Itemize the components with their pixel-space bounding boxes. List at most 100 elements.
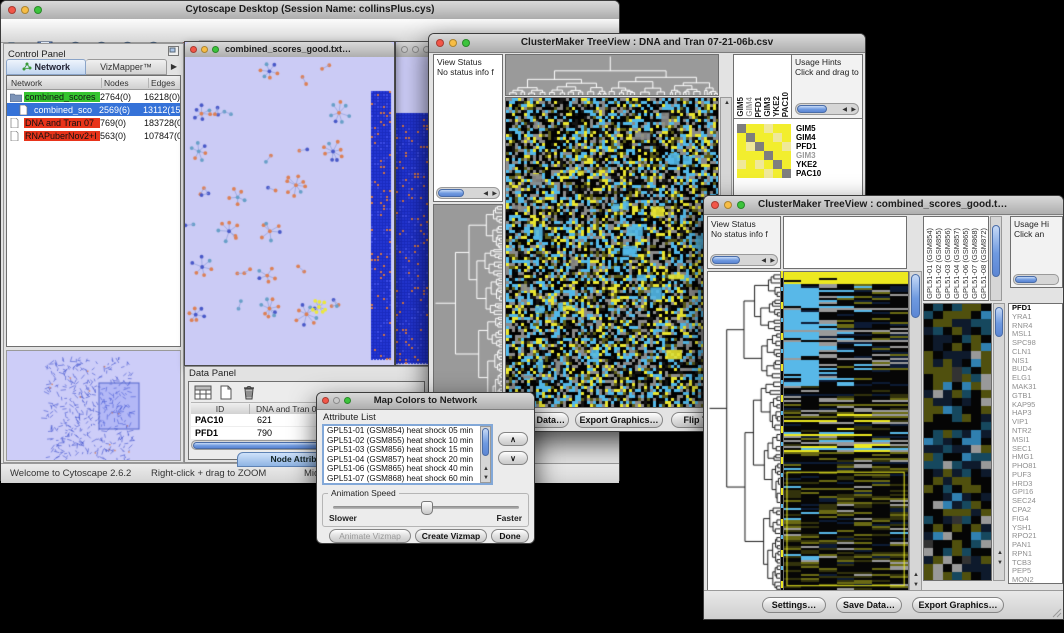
scroll-left-icon[interactable]: ◀ <box>761 258 766 264</box>
main-titlebar[interactable]: Cytoscape Desktop (Session Name: collins… <box>1 1 619 20</box>
scroll-left-icon[interactable]: ◀ <box>842 107 847 113</box>
col-edges[interactable]: Edges <box>149 78 180 88</box>
animation-speed-slider[interactable] <box>333 506 519 509</box>
close-button[interactable] <box>8 6 16 14</box>
scroll-right-icon[interactable]: ▶ <box>492 191 497 197</box>
close-button[interactable] <box>401 46 408 53</box>
zoom-button[interactable] <box>34 6 42 14</box>
attribute-item[interactable]: GPL51-02 (GSM855) heat shock 10 min <box>324 436 480 446</box>
data-col-id[interactable]: ID <box>191 404 250 414</box>
network-row[interactable]: RNAPuberNov2+I563(0)107847(0) <box>7 129 180 142</box>
window-controls <box>8 6 42 14</box>
attribute-list-scrollbar[interactable]: ▲ ▼ <box>480 426 491 483</box>
minimize-button[interactable] <box>724 201 732 209</box>
scroll-up-icon[interactable]: ▲ <box>724 100 730 106</box>
float-panel-icon[interactable] <box>168 46 179 56</box>
overview-canvas[interactable] <box>7 351 180 460</box>
attribute-item[interactable]: GPL51-06 (GSM865) heat shock 40 min <box>324 464 480 474</box>
tv2-column-dendrogram[interactable] <box>783 216 907 269</box>
scroll-up-icon[interactable]: ▲ <box>997 550 1003 556</box>
minimize-button[interactable] <box>449 39 457 47</box>
matrix-cell <box>782 142 791 151</box>
col-network[interactable]: Network <box>7 78 102 88</box>
tv1-row-dendrogram[interactable] <box>434 205 502 407</box>
tv2-collabel-scrollbar[interactable] <box>990 216 1002 301</box>
tv2-view-status: View Status No status info f ◀ ▶ <box>707 216 781 269</box>
network-name: combined_sco <box>33 105 99 115</box>
create-vizmap-button[interactable]: Create Vizmap <box>415 529 487 543</box>
export-graphics-button[interactable]: Export Graphics… <box>575 412 663 428</box>
minimize-button[interactable] <box>412 46 419 53</box>
scroll-up-icon[interactable]: ▲ <box>913 572 919 578</box>
status-zoom-hint: Right-click + drag to ZOOM <box>151 468 266 479</box>
attribute-item[interactable]: GPL51-07 (GSM868) heat shock 60 min <box>324 474 480 484</box>
tv1-hints-scrollbar[interactable]: ◀ ▶ <box>795 103 859 115</box>
tv2-status-scrollbar[interactable]: ◀ ▶ <box>710 254 778 266</box>
close-button[interactable] <box>711 201 719 209</box>
tv2-hints-scrollbar[interactable] <box>1013 274 1059 285</box>
move-attribute-up-button[interactable]: ∧ <box>498 432 528 446</box>
resize-grip-icon[interactable] <box>1050 606 1062 618</box>
treeview2-titlebar[interactable]: ClusterMaker TreeView : combined_scores_… <box>704 196 1063 215</box>
tv1-heatmap[interactable] <box>506 98 718 407</box>
tab-overflow-button[interactable]: ▶ <box>167 59 181 75</box>
treeview1-titlebar[interactable]: ClusterMaker TreeView : DNA and Tran 07-… <box>429 34 865 53</box>
tab-network[interactable]: Network <box>6 59 86 75</box>
close-button[interactable] <box>436 39 444 47</box>
close-button[interactable] <box>190 46 197 53</box>
minimize-button[interactable] <box>201 46 208 53</box>
close-button[interactable] <box>322 397 329 404</box>
minimize-button[interactable] <box>333 397 340 404</box>
column-label: GPL51-06 (GSM865) <box>961 228 970 299</box>
attribute-item[interactable]: GPL51-01 (GSM854) heat shock 05 min <box>324 426 480 436</box>
dialog-titlebar[interactable]: Map Colors to Network <box>317 393 534 410</box>
export-graphics-button[interactable]: Export Graphics… <box>912 597 1004 613</box>
trash-icon[interactable] <box>241 384 257 400</box>
row-label: PFD1 <box>796 142 860 151</box>
tv1-zoom-matrix[interactable] <box>737 124 791 178</box>
done-button[interactable]: Done <box>491 529 529 543</box>
attribute-listbox[interactable]: GPL51-01 (GSM854) heat shock 05 minGPL51… <box>322 424 493 485</box>
attribute-item[interactable]: GPL51-04 (GSM857) heat shock 20 min <box>324 455 480 465</box>
zoom-button[interactable] <box>212 46 219 53</box>
tv2-row-dendrogram[interactable] <box>708 272 780 590</box>
save-data-button[interactable]: Save Data… <box>836 597 902 613</box>
scroll-up-icon[interactable]: ▲ <box>483 466 489 472</box>
scroll-down-icon[interactable]: ▼ <box>997 560 1003 566</box>
table-icon[interactable] <box>194 385 212 400</box>
network-canvas[interactable] <box>185 57 394 365</box>
network-overview-panel[interactable] <box>6 350 181 461</box>
network-canvas-2[interactable] <box>396 57 428 365</box>
zoom-button[interactable] <box>344 397 351 404</box>
col-nodes[interactable]: Nodes <box>102 78 149 88</box>
tv1-row-labels: GIM5GIM4PFD1GIM3YKE2PAC10 <box>796 124 860 178</box>
matrix-cell <box>764 124 773 133</box>
attribute-item[interactable]: GPL51-03 (GSM856) heat shock 15 min <box>324 445 480 455</box>
new-page-icon[interactable] <box>218 385 234 400</box>
scroll-right-icon[interactable]: ▶ <box>851 107 856 113</box>
tv2-zoom-heatmap[interactable] <box>924 304 991 580</box>
scroll-down-icon[interactable]: ▼ <box>913 582 919 588</box>
gene-label[interactable]: MON2 <box>1012 576 1062 584</box>
minimize-button[interactable] <box>21 6 29 14</box>
network-row[interactable]: combined_scores2764(0)16218(0) <box>7 90 180 103</box>
scroll-down-icon[interactable]: ▼ <box>483 475 489 481</box>
network-row[interactable]: combined_sco2569(6)13112(15) <box>7 103 180 116</box>
column-label: GIM3 <box>763 97 772 117</box>
settings-button[interactable]: Settings… <box>762 597 826 613</box>
tv2-heatmap[interactable] <box>784 272 908 590</box>
tv2-vscrollbar[interactable]: ▲ ▼ <box>909 271 922 591</box>
scroll-left-icon[interactable]: ◀ <box>483 191 488 197</box>
move-attribute-down-button[interactable]: ∨ <box>498 451 528 465</box>
tv2-zoom-vscrollbar[interactable]: ▲ ▼ <box>993 303 1005 581</box>
zoom-button[interactable] <box>737 201 745 209</box>
tv1-status-scrollbar[interactable]: ◀ ▶ <box>436 187 500 199</box>
tv1-column-dendrogram[interactable] <box>506 55 718 95</box>
network-row[interactable]: DNA and Tran 07769(0)183728(0) <box>7 116 180 129</box>
tab-vizmapper[interactable]: VizMapper™ <box>86 59 167 75</box>
matrix-cell <box>746 124 755 133</box>
zoom-button[interactable] <box>462 39 470 47</box>
scroll-right-icon[interactable]: ▶ <box>770 258 775 264</box>
slider-thumb[interactable] <box>421 501 433 515</box>
animate-vizmap-button[interactable]: Animate Vizmap <box>329 529 411 543</box>
